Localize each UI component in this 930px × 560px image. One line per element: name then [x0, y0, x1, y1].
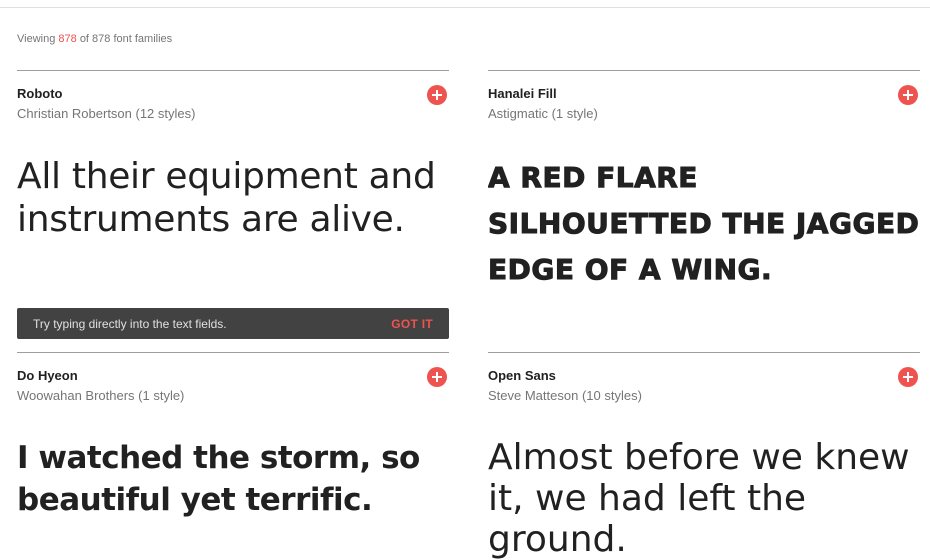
got-it-button[interactable]: GOT IT: [391, 317, 433, 331]
font-card-hanalei-fill: Hanalei Fill Astigmatic (1 style) A red …: [488, 70, 920, 352]
tip-snackbar: Try typing directly into the text fields…: [17, 308, 449, 339]
font-designer: Steve Matteson (10 styles): [488, 388, 642, 403]
font-name[interactable]: Open Sans: [488, 368, 556, 383]
top-divider: [0, 7, 930, 8]
font-designer: Christian Robertson (12 styles): [17, 106, 196, 121]
font-designer: Woowahan Brothers (1 style): [17, 388, 185, 403]
font-count-text: Viewing 878 of 878 font families: [17, 33, 172, 45]
font-designer: Astigmatic (1 style): [488, 106, 598, 121]
font-name[interactable]: Do Hyeon: [17, 368, 78, 383]
add-font-button[interactable]: [898, 85, 918, 105]
add-font-button[interactable]: [427, 85, 447, 105]
sample-text-field[interactable]: I watched the storm, so beautiful yet te…: [17, 437, 449, 521]
sample-text-field[interactable]: All their equipment and instruments are …: [17, 155, 449, 241]
font-name[interactable]: Hanalei Fill: [488, 86, 557, 101]
font-card-open-sans: Open Sans Steve Matteson (10 styles) Alm…: [488, 352, 920, 560]
sample-text-field[interactable]: A red flare silhouetted the jagged edge …: [488, 155, 920, 293]
count-prefix: Viewing: [17, 33, 56, 45]
add-font-button[interactable]: [898, 367, 918, 387]
snackbar-message: Try typing directly into the text fields…: [33, 316, 227, 331]
font-card-roboto: Roboto Christian Robertson (12 styles) A…: [17, 70, 449, 310]
count-suffix: of 878 font families: [79, 33, 173, 45]
sample-text-field[interactable]: Almost before we knew it, we had left th…: [488, 437, 920, 560]
add-font-button[interactable]: [427, 367, 447, 387]
font-name[interactable]: Roboto: [17, 86, 62, 101]
font-card-do-hyeon: Do Hyeon Woowahan Brothers (1 style) I w…: [17, 352, 449, 523]
count-visible: 878: [58, 33, 77, 45]
